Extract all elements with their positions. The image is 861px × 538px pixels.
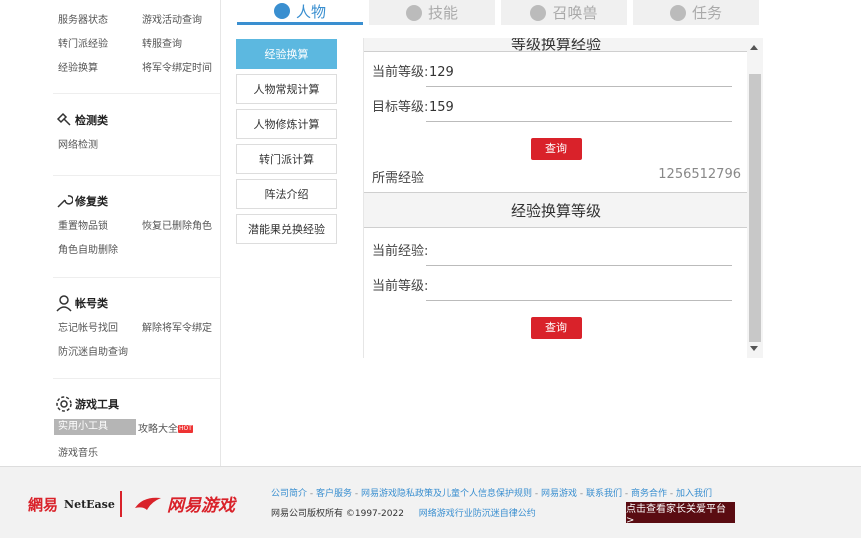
section-exp-to-level-title: 经验换算等级 [364, 192, 748, 228]
parent-care-button[interactable]: 点击查看家长关爱平台 > [626, 502, 735, 526]
calc-menu: 经验换算 人物常规计算 人物修炼计算 转门派计算 阵法介绍 潜能果兑换经验 [236, 39, 337, 249]
link-unbind-token[interactable]: 解除将军令绑定 [142, 319, 212, 334]
target-level-input[interactable]: 159 [429, 100, 454, 115]
section-account-title: 帐号类 [53, 292, 220, 314]
wrench-icon [57, 195, 73, 208]
current-level-field[interactable]: 当前等级: 129 [364, 52, 748, 87]
panel-scroll-content: 等级换算经验 当前等级: 129 目标等级: 159 查询 所需经验 12565… [364, 38, 748, 339]
person-icon [273, 3, 290, 19]
footer-copyright: 网易公司版权所有 ©1997-2022 网络游戏行业防沉迷自律公约 [271, 509, 536, 519]
footer-link-business[interactable]: 商务合作 [631, 489, 667, 499]
menu-exp-convert[interactable]: 经验换算 [236, 39, 337, 69]
footer: 網易 NetEase 网易游戏 公司简介 - 客户服务 - 网易游戏隐私政策及儿… [0, 466, 861, 538]
link-guides[interactable]: 攻略大全HOT [138, 420, 193, 435]
gear-icon [56, 396, 72, 412]
user-icon [56, 295, 72, 312]
section-tools: 游戏工具 实用小工具 攻略大全HOT 游戏音乐 [53, 378, 220, 463]
footer-link-about[interactable]: 公司简介 [271, 489, 307, 499]
sidebar-row: 角色自助删除 [53, 236, 220, 260]
link-recover-account[interactable]: 忘记帐号找回 [58, 319, 142, 334]
scroll-down-icon[interactable] [750, 346, 758, 351]
footer-link-service[interactable]: 客户服务 [316, 489, 352, 499]
section-level-to-exp-title: 等级换算经验 [364, 38, 748, 52]
link-anti-addiction-query[interactable]: 防沉迷自助查询 [58, 343, 142, 358]
link-restore-role[interactable]: 恢复已删除角色 [142, 217, 212, 232]
query-button-2[interactable]: 查询 [530, 317, 582, 339]
logo-divider [120, 491, 122, 517]
query-button[interactable]: 查询 [530, 138, 582, 160]
footer-link-join[interactable]: 加入我们 [676, 489, 712, 499]
link-transfer-server-query[interactable]: 转服查询 [142, 35, 182, 50]
section-tools-title: 游戏工具 [53, 393, 220, 415]
sidebar-top-links: 服务器状态 游戏活动查询 转门派经验 转服查询 经验换算 将军令绑定时间 [53, 0, 220, 78]
footer-link-privacy[interactable]: 网易游戏隐私政策及儿童个人信息保护规则 [361, 489, 532, 499]
required-exp-row: 所需经验 1256512796 [372, 167, 741, 186]
task-icon [669, 4, 686, 21]
footer-link-self-discipline[interactable]: 网络游戏行业防沉迷自律公约 [419, 509, 536, 519]
current-level-input[interactable]: 129 [429, 65, 454, 80]
section-detect: 检测类 网络检测 [53, 93, 220, 175]
menu-potential-fruit[interactable]: 潜能果兑换经验 [236, 214, 337, 244]
section-detect-title: 检测类 [53, 109, 220, 131]
tab-pet[interactable]: 召唤兽 [501, 0, 627, 25]
sidebar: 服务器状态 游戏活动查询 转门派经验 转服查询 经验换算 将军令绑定时间 检测类… [53, 0, 221, 466]
tab-character[interactable]: 人物 [237, 0, 363, 25]
current-level2-field[interactable]: 当前等级: [364, 266, 748, 301]
link-token-bind-time[interactable]: 将军令绑定时间 [142, 59, 212, 74]
section-account: 帐号类 忘记帐号找回 解除将军令绑定 防沉迷自助查询 [53, 277, 220, 378]
menu-char-cultivation[interactable]: 人物修炼计算 [236, 109, 337, 139]
hammer-icon [56, 112, 71, 126]
skill-icon [405, 4, 422, 21]
target-level-field[interactable]: 目标等级: 159 [364, 87, 748, 122]
sidebar-row: 游戏音乐 [53, 439, 220, 463]
section-repair-title: 修复类 [53, 190, 220, 212]
menu-formation[interactable]: 阵法介绍 [236, 179, 337, 209]
link-transfer-sect-exp[interactable]: 转门派经验 [58, 35, 142, 50]
tab-skill[interactable]: 技能 [369, 0, 495, 25]
sidebar-row: 转门派经验 转服查询 [58, 30, 220, 54]
link-utility-tools[interactable]: 实用小工具 [54, 419, 136, 435]
netease-games-logo[interactable]: 网易游戏 [133, 491, 235, 516]
tab-bar: 人物 技能 召唤兽 任务 [237, 0, 765, 25]
link-exp-convert[interactable]: 经验换算 [58, 59, 142, 74]
scroll-up-icon[interactable] [750, 45, 758, 50]
link-activity-query[interactable]: 游戏活动查询 [142, 11, 202, 26]
menu-char-regular[interactable]: 人物常规计算 [236, 74, 337, 104]
sidebar-row: 网络检测 [53, 131, 220, 155]
sidebar-row: 防沉迷自助查询 [53, 338, 220, 362]
content-panel: 等级换算经验 当前等级: 129 目标等级: 159 查询 所需经验 12565… [363, 38, 763, 358]
hot-badge: HOT [178, 424, 193, 433]
sidebar-row: 重置物品锁 恢复已删除角色 [53, 212, 220, 236]
current-exp-field[interactable]: 当前经验: [364, 228, 748, 266]
required-exp-value: 1256512796 [658, 167, 741, 182]
scroll-thumb[interactable] [749, 74, 761, 342]
pet-icon [530, 4, 547, 21]
sidebar-row: 实用小工具 攻略大全HOT [53, 415, 220, 439]
section-repair: 修复类 重置物品锁 恢复已删除角色 角色自助删除 [53, 175, 220, 277]
panel-scrollbar[interactable] [747, 38, 763, 358]
footer-link-games[interactable]: 网易游戏 [541, 489, 577, 499]
link-reset-item-lock[interactable]: 重置物品锁 [58, 217, 142, 232]
bird-icon [135, 497, 161, 510]
link-network-check[interactable]: 网络检测 [58, 136, 142, 151]
link-server-status[interactable]: 服务器状态 [58, 11, 142, 26]
footer-links: 公司简介 - 客户服务 - 网易游戏隐私政策及儿童个人信息保护规则 - 网易游戏… [271, 489, 713, 499]
link-self-delete-role[interactable]: 角色自助删除 [58, 241, 142, 256]
netease-logo[interactable]: 網易 NetEase [28, 494, 115, 515]
sidebar-row: 忘记帐号找回 解除将军令绑定 [53, 314, 220, 338]
link-game-music[interactable]: 游戏音乐 [58, 444, 142, 459]
tab-task[interactable]: 任务 [633, 0, 759, 25]
footer-link-contact[interactable]: 联系我们 [586, 489, 622, 499]
sidebar-row: 服务器状态 游戏活动查询 [58, 6, 220, 30]
sidebar-row: 经验换算 将军令绑定时间 [58, 54, 220, 78]
menu-transfer-sect[interactable]: 转门派计算 [236, 144, 337, 174]
